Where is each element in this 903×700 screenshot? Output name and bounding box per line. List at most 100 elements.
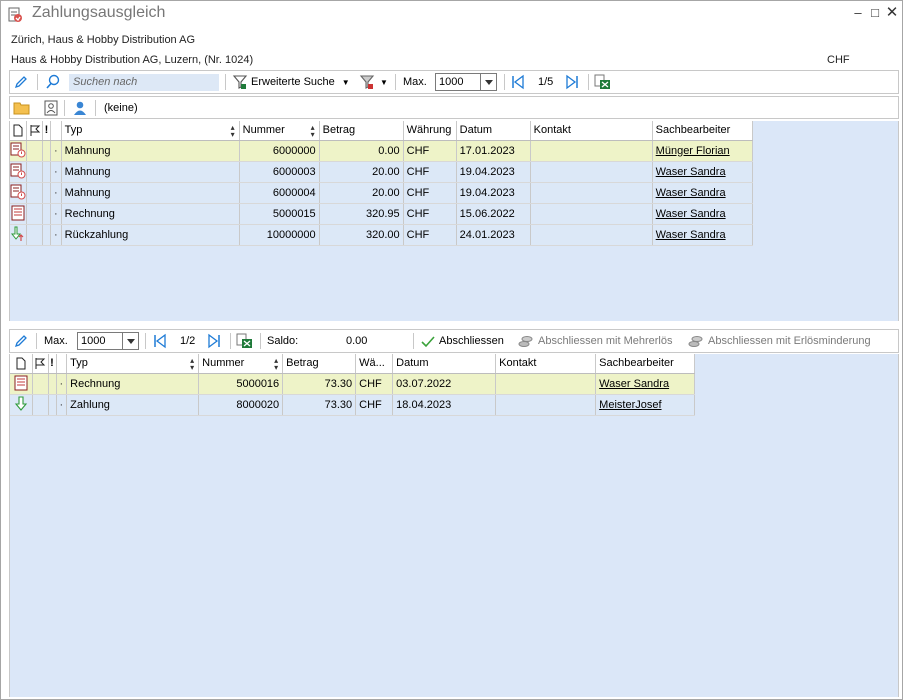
minimize-button[interactable]: – [851, 5, 865, 21]
column-label: Typ [64, 124, 83, 137]
maximize-button[interactable]: □ [868, 5, 882, 21]
datum-cell: 15.06.2022 [456, 203, 531, 225]
sachbearbeiter-cell[interactable]: Münger Florian [652, 140, 753, 162]
column-header-betrag[interactable]: Betrag [282, 354, 357, 374]
doc-icon[interactable] [10, 121, 27, 141]
status-dot: · [56, 373, 68, 395]
column-header-datum[interactable]: Datum [456, 121, 531, 141]
column-header-sachbearbeiter[interactable]: Sachbearbeiter [652, 121, 753, 141]
invoice-doc-icon [10, 203, 27, 225]
sort-indicator-icon: ▴ ▾ [310, 123, 315, 139]
column-header-sachbearbeiter[interactable]: Sachbearbeiter [595, 354, 696, 374]
column-header-betrag[interactable]: Betrag [319, 121, 404, 141]
sachbearbeiter-cell[interactable]: Waser Sandra [652, 161, 753, 183]
bottom-grid: ! Typ ▴ ▾ Nummer ▴ ▾ Betrag Wä... Datum Kont… [10, 354, 696, 416]
column-header-typ[interactable]: Typ ▴ ▾ [61, 121, 240, 141]
betrag-cell: 20.00 [319, 161, 404, 183]
priority-icon[interactable]: ! [42, 121, 51, 141]
excel-export-icon[interactable] [236, 330, 254, 352]
max-select[interactable]: 1000 [77, 332, 139, 350]
close-with-surplus-button[interactable]: Abschliessen mit Mehrerlös [517, 330, 673, 352]
user-link[interactable]: Münger Florian [656, 145, 730, 157]
user-link[interactable]: Waser Sandra [656, 166, 726, 178]
window-title: Zahlungsausgleich [32, 4, 166, 21]
table-row[interactable]: · Mahnung 6000000 0.00 CHF 17.01.2023 Münger F… [10, 140, 753, 162]
betrag-cell: 0.00 [319, 140, 404, 162]
sachbearbeiter-cell[interactable]: Waser Sandra [595, 373, 696, 395]
status-dot: · [50, 140, 62, 162]
user-link[interactable]: Waser Sandra [656, 208, 726, 220]
column-label: Währung [406, 124, 452, 137]
edit-pencil-icon[interactable] [13, 71, 29, 93]
flag-icon[interactable] [26, 121, 43, 141]
edit-pencil-icon[interactable] [13, 330, 29, 352]
folder-icon[interactable] [13, 97, 31, 119]
max-select[interactable]: 1000 [435, 73, 497, 91]
close-with-reduction-button[interactable]: Abschliessen mit Erlösminderung [687, 330, 871, 352]
doc-icon[interactable] [10, 354, 33, 374]
nummer-cell: 8000020 [198, 394, 284, 416]
filter-menu-button[interactable]: ▼ [359, 71, 388, 93]
next-page-icon[interactable] [564, 71, 580, 93]
dropdown-arrow-icon[interactable] [122, 333, 138, 349]
flag-cell [32, 394, 49, 416]
close-button[interactable]: Abschliessen [420, 330, 504, 352]
priority-cell [48, 394, 57, 416]
user-link[interactable]: Waser Sandra [599, 378, 669, 390]
close-label: Abschliessen [439, 335, 504, 347]
kontakt-cell [495, 394, 597, 416]
kontakt-cell [530, 140, 653, 162]
toolbar-divider [37, 74, 38, 90]
column-header-waehrung[interactable]: Währung [403, 121, 457, 141]
column-header-nummer[interactable]: Nummer ▴ ▾ [239, 121, 320, 141]
user-link[interactable]: MeisterJosef [599, 399, 661, 411]
column-header-waehrung[interactable]: Wä... [355, 354, 394, 374]
title-bar: Zahlungsausgleich – □ ✕ [1, 1, 902, 27]
user-link[interactable]: Waser Sandra [656, 187, 726, 199]
flag-icon[interactable] [32, 354, 49, 374]
waehrung-cell: CHF [403, 224, 457, 246]
sachbearbeiter-cell[interactable]: Waser Sandra [652, 203, 753, 225]
table-row[interactable]: · Rückzahlung 10000000 320.00 CHF 24.01.2023 W… [10, 224, 753, 246]
max-label: Max. [403, 76, 427, 88]
table-row[interactable]: · Zahlung 8000020 73.30 CHF 18.04.2023 Meister… [10, 394, 696, 416]
coins-icon [518, 336, 533, 347]
bottom-grid-area: ! Typ ▴ ▾ Nummer ▴ ▾ Betrag Wä... Datum Kont… [9, 354, 899, 697]
next-page-icon[interactable] [206, 330, 222, 352]
dropdown-arrow-icon[interactable] [480, 74, 496, 90]
contact-card-icon[interactable] [43, 97, 59, 119]
search-icon[interactable] [45, 71, 61, 93]
column-header-kontakt[interactable]: Kontakt [495, 354, 597, 374]
table-row[interactable]: · Rechnung 5000015 320.95 CHF 15.06.2022 Waser… [10, 203, 753, 225]
first-page-icon[interactable] [152, 330, 168, 352]
close-button[interactable]: ✕ [885, 5, 899, 21]
user-link[interactable]: Waser Sandra [656, 229, 726, 241]
table-row[interactable]: · Mahnung 6000004 20.00 CHF 19.04.2023 Waser S… [10, 182, 753, 204]
priority-cell [42, 203, 51, 225]
sachbearbeiter-cell[interactable]: Waser Sandra [652, 224, 753, 246]
first-page-icon[interactable] [510, 71, 526, 93]
status-dot: · [56, 394, 68, 416]
column-header-datum[interactable]: Datum [392, 354, 497, 374]
excel-export-icon[interactable] [594, 71, 612, 93]
customer-line: Haus & Hobby Distribution AG, Luzern, (N… [11, 54, 254, 66]
table-row[interactable]: · Rechnung 5000016 73.30 CHF 03.07.2022 Waser … [10, 373, 696, 395]
typ-cell: Rechnung [61, 203, 240, 225]
nummer-cell: 10000000 [239, 224, 320, 246]
max-value: 1000 [81, 335, 106, 347]
table-row[interactable]: · Mahnung 6000003 20.00 CHF 19.04.2023 Waser S… [10, 161, 753, 183]
refund-arrow-icon [10, 224, 27, 246]
column-header-kontakt[interactable]: Kontakt [530, 121, 653, 141]
column-header-nummer[interactable]: Nummer ▴ ▾ [198, 354, 284, 374]
sachbearbeiter-cell[interactable]: MeisterJosef [595, 394, 696, 416]
priority-icon[interactable]: ! [48, 354, 57, 374]
extended-search-button[interactable]: Erweiterte Suche ▼ [232, 71, 350, 93]
filter-icon [232, 75, 248, 89]
flag-cell [26, 203, 43, 225]
priority-cell [42, 224, 51, 246]
person-icon[interactable] [72, 97, 88, 119]
sachbearbeiter-cell[interactable]: Waser Sandra [652, 182, 753, 204]
toolbar-divider [36, 333, 37, 349]
search-input[interactable]: Suchen nach [69, 74, 219, 91]
column-header-typ[interactable]: Typ ▴ ▾ [66, 354, 200, 374]
